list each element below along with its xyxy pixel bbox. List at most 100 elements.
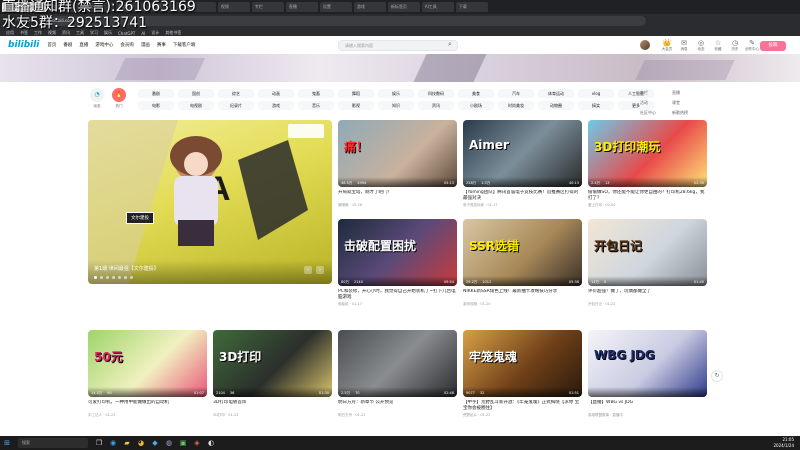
upload-date: 01-17 [487,203,498,207]
video-thumbnail[interactable]: 3D打印潮玩 2.4万 13 02:30 [588,120,707,187]
video-card[interactable]: 牢笼鬼魂 9077 32 01:51 【中字】荒野乱斗新开放：《牢笼鬼魂》正式揭晓【求你… [463,330,582,418]
video-title[interactable]: PC和装修，开心小时，我觉得自己开始装机了~打下几台电脑游戏 [338,289,457,301]
video-title[interactable]: 评价超强！做了，玩偶都做全了 [588,289,707,301]
video-card[interactable]: Aimer 258万 1.5万 40:13 【Yoming团队】腾讯首届电子竞技比赛！首… [463,120,582,208]
terminal-icon[interactable]: ▣ [176,436,190,450]
danmaku-count: 2994 [357,181,367,185]
video-card[interactable]: 3D打印 2104 36 01:30 3D打印电镀首饰 3D打印 · 01-22 [213,330,332,418]
browser-tab[interactable]: 新标签页 [387,2,420,12]
bookmark-item[interactable]: AI [141,31,145,36]
uploader-name[interactable]: 荒野乱斗 [463,413,477,417]
video-card[interactable]: 3D打印潮玩 2.4万 13 02:30 偷偷做SO，你还能不能让你更自由的？打印机28… [588,120,707,208]
video-title[interactable]: 3D打印电镀首饰 [213,400,332,412]
video-title[interactable]: 偷偷做SO，你还能不能让你更自由的？打印机28.6kg，我打了？ [588,190,707,202]
browser-tab[interactable]: 直播 [285,2,318,12]
upload-date: 直播中 [612,413,623,417]
uploader-name[interactable]: 手工达人 [88,413,102,417]
video-title[interactable]: 【直播】WBG vs JDG [588,400,707,412]
edge-icon[interactable]: ◉ [106,436,120,450]
video-thumbnail[interactable]: WBG JDG [588,330,707,397]
uploader-name[interactable]: 3D打印 [213,413,225,417]
video-meta[interactable]: 英雄联盟赛事 · 直播中 [588,413,707,418]
chrome-icon[interactable]: ◕ [134,436,148,450]
browser-tab[interactable]: 下载 [455,2,488,12]
video-thumbnail[interactable]: 3D打印 2104 36 01:30 [213,330,332,397]
video-thumbnail[interactable]: 击破配置困扰 80万 2140 09:54 [338,219,457,286]
video-meta[interactable]: 手工达人 · 01-22 [88,413,207,418]
thumbnail-text: 3D打印 [219,350,262,364]
video-thumbnail[interactable]: 50元 14.5万 90 01:07 [88,330,207,397]
thumbnail-text: 牢笼鬼魂 [469,350,518,364]
video-duration: 02:30 [693,181,704,185]
video-meta[interactable]: 开包日记 · 01-22 [588,302,707,307]
uploader-name[interactable]: 游戏攻略 [463,302,477,306]
video-card[interactable]: 开包日记 14万 0 01:40 评价超强！做了，玩偶都做全了 开包日记 · 01-22 [588,219,707,307]
video-stats: 2.5万 70 02:48 [338,387,457,397]
bookmark-item[interactable]: ChatGPT [118,31,135,36]
folder-icon[interactable]: ▰ [120,436,134,450]
video-duration: 01:30 [318,391,329,395]
uploader-name[interactable]: 电脑说 [338,302,349,306]
video-meta[interactable]: 游戏攻略 · 01-20 [463,302,582,307]
video-thumbnail[interactable]: 牢笼鬼魂 9077 32 01:51 [463,330,582,397]
video-thumbnail[interactable]: Aimer 258万 1.5万 40:13 [463,120,582,187]
video-title[interactable]: NIKKE新SSR角色上线！最新抽卡攻略技巧分享 [463,289,582,301]
obs-icon[interactable]: ◐ [204,436,218,450]
video-card[interactable]: SSR选错 29.2万 1012 05:36 NIKKE新SSR角色上线！最新抽卡攻略技… [463,219,582,307]
uploader-name[interactable]: 明日方舟 [338,413,352,417]
uploader-name[interactable]: 哦哦哦 [338,203,349,207]
video-meta[interactable]: 明日方舟 · 01-22 [338,413,457,418]
browser-tab[interactable]: 游戏 [353,2,386,12]
video-thumbnail[interactable]: 开包日记 14万 0 01:40 [588,219,707,286]
view-count: 29.2万 [466,280,478,284]
danmaku-count: 2140 [353,280,363,284]
video-card[interactable]: 击破配置困扰 80万 2140 09:54 PC和装修，开心小时，我觉得自己开始装机了~… [338,219,457,307]
video-title[interactable]: 【中字】荒野乱斗新开放：《牢笼鬼魂》正式揭晓【求你 宝宝你会被圈住】 [463,400,582,412]
view-count: 80万 [341,280,349,284]
steam-icon[interactable]: ◍ [162,436,176,450]
video-title[interactable]: 明日方舟：新章节 公开预览 [338,400,457,412]
browser-tab[interactable]: 专栏 [251,2,284,12]
video-card[interactable]: 痛！ 46.5万 2994 05:13 开局就宝塔，刚才了吧门！ 哦哦哦 · 15-28 [338,120,457,208]
windows-start-icon[interactable]: ⊞ [0,436,14,450]
video-stats: 258万 1.5万 40:13 [463,177,582,187]
video-title[interactable]: 开局就宝塔，刚才了吧门！ [338,190,457,202]
video-duration: 02:48 [443,391,454,395]
task-view-icon[interactable]: ❐ [92,436,106,450]
uploader-name[interactable]: 开包日记 [588,302,602,306]
video-meta[interactable]: 爱上打印 · 02-00 [588,203,707,208]
video-meta[interactable]: 3D打印 · 01-22 [213,413,332,418]
view-count: 14万 [591,280,599,284]
uploader-name[interactable]: 爱上打印 [588,203,602,207]
game-icon[interactable]: ◈ [190,436,204,450]
video-card[interactable]: WBG JDG 【直播】WBG vs JDG 英雄联盟赛事 · 直播中 [588,330,707,418]
danmaku-count: 0 [603,280,607,284]
video-meta[interactable]: 荒野乱斗 · 01-22 [463,413,582,418]
video-card[interactable]: 2.5万 70 02:48 明日方舟：新章节 公开预览 明日方舟 · 01-22 [338,330,457,418]
thumbnail-text: Aimer [469,138,509,152]
browser-tab[interactable]: AI工具 [421,2,454,12]
video-thumbnail[interactable]: 痛！ 46.5万 2994 05:13 [338,120,457,187]
video-meta[interactable]: 电子竞技玩家 · 01-17 [463,203,582,208]
video-title[interactable]: 【Yoming团队】腾讯首届电子竞技比赛！首推赛区打得的最强对决 [463,190,582,202]
uploader-name[interactable]: 电子竞技玩家 [463,203,484,207]
video-thumbnail[interactable]: 2.5万 70 02:48 [338,330,457,397]
upload-date: 01-17 [351,302,363,306]
taskbar-search[interactable]: 搜索 [18,438,88,448]
view-count: 14.5万 [91,391,103,395]
video-duration: 05:13 [443,181,454,185]
browser-tab[interactable]: 设置 [319,2,352,12]
uploader-name[interactable]: 英雄联盟赛事 [588,413,609,417]
browser-tab[interactable]: 视频 [217,2,250,12]
thumbnail-text: WBG JDG [594,348,655,362]
refresh-feed-button[interactable]: ↻ [711,370,723,382]
video-card[interactable]: 50元 14.5万 90 01:07 可爱打印机，一种用中能做做出的自动机 手工达人 · … [88,330,207,418]
app-icon[interactable]: ◆ [148,436,162,450]
view-count: 258万 [466,181,477,185]
video-meta[interactable]: 电脑说 · 01-17 [338,302,457,307]
danmaku-count: 36 [229,391,235,395]
video-title[interactable]: 可爱打印机，一种用中能做做出的自动机 [88,400,207,412]
video-thumbnail[interactable]: SSR选错 29.2万 1012 05:36 [463,219,582,286]
video-meta[interactable]: 哦哦哦 · 15-28 [338,203,457,208]
system-clock[interactable]: 21:05 2024/1/24 [773,437,794,449]
